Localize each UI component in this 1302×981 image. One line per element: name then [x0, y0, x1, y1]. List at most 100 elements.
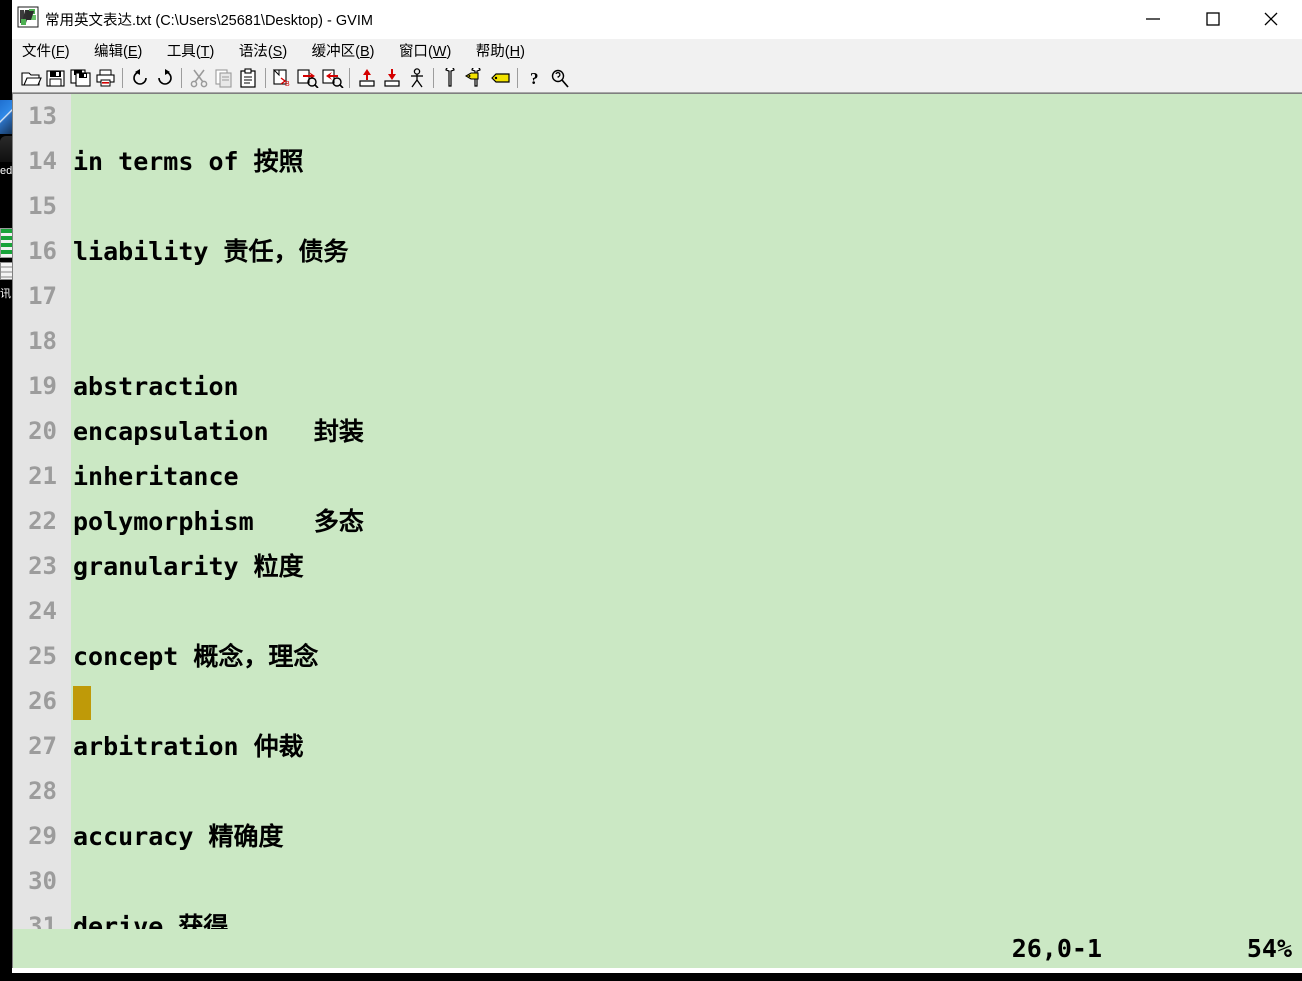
line-number: 14: [28, 147, 57, 175]
menu-item-syntax-label: 语法: [238, 44, 268, 60]
desktop-icon-dark-app-label: ed: [0, 165, 13, 177]
menu-item-file[interactable]: 文件(F): [22, 39, 79, 63]
menu-item-tools-accel: T: [200, 44, 210, 60]
title-bar[interactable]: 常用英文表达.txt (C:\Users\25681\Desktop) - GV…: [12, 0, 1302, 39]
maximize-icon: [1206, 12, 1220, 26]
line-text: polymorphism 多态: [73, 507, 364, 536]
code-line[interactable]: 19 abstraction: [13, 364, 1302, 409]
save-all-icon[interactable]: [68, 65, 93, 91]
find-replace-icon[interactable]: B: [270, 65, 295, 91]
save-file-icon[interactable]: [43, 65, 68, 91]
menu-item-file-accel: F: [55, 44, 65, 60]
code-line[interactable]: 18: [13, 319, 1302, 364]
menu-item-edit[interactable]: 编辑(E): [94, 39, 151, 63]
line-number: 13: [28, 102, 57, 130]
line-number: 20: [28, 417, 57, 445]
help-icon[interactable]: ?: [522, 65, 547, 91]
tag-list-icon[interactable]: [404, 65, 429, 91]
menu-item-window-accel: W: [432, 44, 447, 60]
paste-icon[interactable]: [236, 65, 261, 91]
line-number: 16: [28, 237, 57, 265]
code-line[interactable]: 16 liability 责任，债务: [13, 229, 1302, 274]
menu-item-syntax[interactable]: 语法(S): [239, 39, 296, 63]
code-line[interactable]: 14 in terms of 按照: [13, 139, 1302, 184]
menu-item-file-label: 文件: [22, 44, 51, 60]
code-line[interactable]: 30: [13, 859, 1302, 904]
menu-item-buffers[interactable]: 缓冲区(B): [312, 39, 384, 63]
line-number: 26: [28, 687, 57, 715]
menu-item-window[interactable]: 窗口(W): [399, 39, 460, 63]
line-number: 21: [28, 462, 57, 490]
print-icon[interactable]: [93, 65, 118, 91]
undo-icon[interactable]: [127, 65, 152, 91]
line-text: granularity 粒度: [73, 552, 304, 581]
code-line[interactable]: 20 encapsulation 封装: [13, 409, 1302, 454]
menu-item-tools-label: 工具: [166, 44, 196, 60]
find-help-icon[interactable]: [547, 65, 572, 91]
menu-bar: 文件(F) 编辑(E) 工具(T) 语法(S) 缓冲区(B) 窗口(W) 帮助(…: [12, 39, 1302, 63]
code-line[interactable]: 13: [13, 94, 1302, 139]
menu-item-help-label: 帮助: [475, 44, 505, 60]
line-number: 28: [28, 777, 57, 805]
tag-label-icon[interactable]: [488, 65, 513, 91]
line-text: encapsulation 封装: [73, 417, 364, 446]
code-line[interactable]: 21 inheritance: [13, 454, 1302, 499]
tag-back-icon[interactable]: [379, 65, 404, 91]
line-number: 19: [28, 372, 57, 400]
text-lines: 13 14 in terms of 按照 15 16 liability 责任，…: [13, 94, 1302, 973]
line-number: 17: [28, 282, 57, 310]
line-number: 27: [28, 732, 57, 760]
editor-area[interactable]: 13 14 in terms of 按照 15 16 liability 责任，…: [12, 93, 1302, 973]
menu-item-buffers-label: 缓冲区: [311, 44, 356, 60]
menu-item-tools[interactable]: 工具(T): [167, 39, 224, 63]
toolbar-separator: [517, 67, 518, 88]
code-line-cursor[interactable]: 26: [13, 679, 1302, 724]
find-next-icon[interactable]: [295, 65, 320, 91]
toolbar-separator: [433, 67, 434, 88]
code-line[interactable]: 23 granularity 粒度: [13, 544, 1302, 589]
menu-item-buffers-accel: B: [359, 44, 370, 60]
status-ruler: 26,0-1: [1011, 934, 1102, 963]
desktop-icon-gray-doc-label: 讯: [0, 288, 11, 300]
redo-icon[interactable]: [152, 65, 177, 91]
code-line[interactable]: 27 arbitration 仲裁: [13, 724, 1302, 769]
toolbar-separator: [122, 67, 123, 88]
line-text: liability 责任，债务: [73, 237, 349, 266]
close-button[interactable]: [1242, 0, 1300, 38]
menu-item-syntax-accel: S: [272, 44, 283, 60]
line-text: concept 概念，理念: [73, 642, 319, 671]
code-line[interactable]: 24: [13, 589, 1302, 634]
code-line[interactable]: 28: [13, 769, 1302, 814]
gvim-logo-icon: [17, 6, 39, 28]
toolbar-separator: [265, 67, 266, 88]
svg-text:?: ?: [530, 69, 539, 88]
desktop-icon-blue-document[interactable]: [0, 100, 12, 134]
code-line[interactable]: 17: [13, 274, 1302, 319]
line-number: 15: [28, 192, 57, 220]
line-number: 29: [28, 822, 57, 850]
cut-icon[interactable]: [186, 65, 211, 91]
maximize-button[interactable]: [1184, 0, 1242, 38]
tag-jump-icon[interactable]: [354, 65, 379, 91]
minimize-icon: [1146, 18, 1160, 20]
minimize-button[interactable]: [1124, 0, 1182, 38]
desktop-icon-dark-app[interactable]: [0, 136, 12, 162]
line-number: 22: [28, 507, 57, 535]
text-cursor: [73, 686, 91, 720]
toolbar-separator: [349, 67, 350, 88]
copy-icon[interactable]: [211, 65, 236, 91]
find-prev-icon[interactable]: [320, 65, 345, 91]
open-file-icon[interactable]: [18, 65, 43, 91]
code-line[interactable]: 29 accuracy 精确度: [13, 814, 1302, 859]
status-line: 26,0-1 54%: [13, 929, 1302, 973]
line-text: accuracy 精确度: [73, 822, 284, 851]
build-tags-icon[interactable]: [463, 65, 488, 91]
code-line[interactable]: 25 concept 概念，理念: [13, 634, 1302, 679]
menu-item-help[interactable]: 帮助(H): [476, 39, 534, 63]
window-title: 常用英文表达.txt (C:\Users\25681\Desktop) - GV…: [45, 13, 373, 29]
code-line[interactable]: 22 polymorphism 多态: [13, 499, 1302, 544]
window-bottom-border: [12, 968, 1302, 973]
toolbar-separator: [181, 67, 182, 88]
code-line[interactable]: 15: [13, 184, 1302, 229]
make-icon[interactable]: [438, 65, 463, 91]
